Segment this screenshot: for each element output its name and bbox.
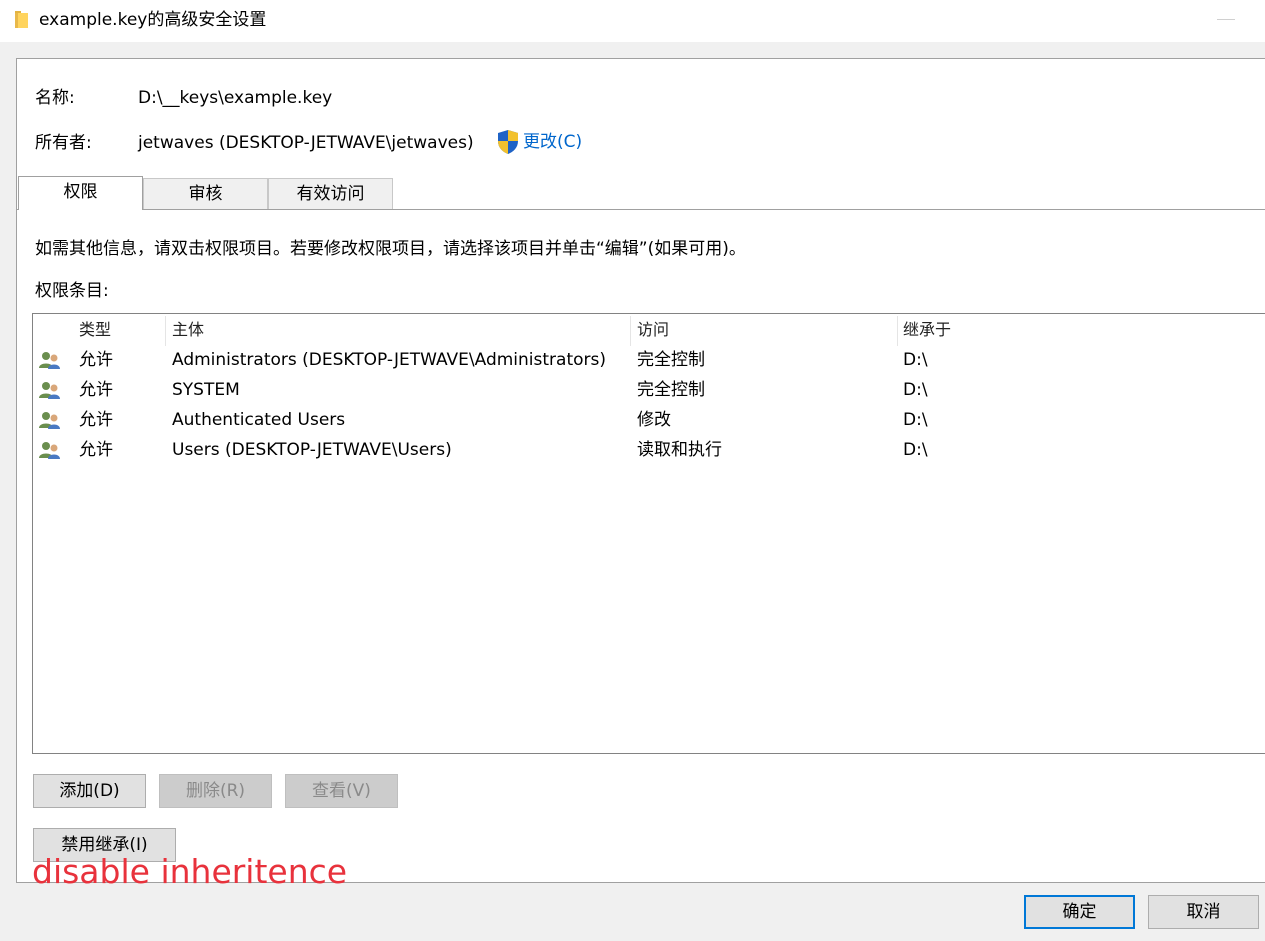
column-separator[interactable] [630,316,631,346]
annotation-text: disable inheritence [32,852,348,891]
entry-type: 允许 [79,440,113,460]
users-icon [39,412,60,429]
add-button[interactable]: 添加(D) [33,774,146,808]
entry-type: 允许 [79,410,113,430]
permission-entries-list[interactable]: 类型 主体 访问 继承于 允许 Administrators (DESKTOP-… [32,313,1265,754]
entry-inherited-from: D:\ [903,350,928,370]
table-row[interactable]: 允许 SYSTEM 完全控制 D:\ [33,375,1265,405]
name-label: 名称: [35,88,75,108]
permission-entries-label: 权限条目: [35,281,109,301]
change-owner-link[interactable]: 更改(C) [523,130,582,154]
entry-principal: SYSTEM [172,380,240,400]
column-header-access[interactable]: 访问 [637,318,669,342]
instructions-text: 如需其他信息，请双击权限项目。若要修改权限项目，请选择该项目并单击“编辑”(如果… [35,239,746,259]
remove-button[interactable]: 删除(R) [159,774,272,808]
entry-inherited-from: D:\ [903,410,928,430]
owner-label: 所有者: [35,133,92,153]
ok-button[interactable]: 确定 [1024,895,1135,929]
entry-type: 允许 [79,380,113,400]
view-button[interactable]: 查看(V) [285,774,398,808]
table-row[interactable]: 允许 Users (DESKTOP-JETWAVE\Users) 读取和执行 D… [33,435,1265,465]
tab-divider [16,209,1265,210]
users-icon [39,382,60,399]
entry-principal: Users (DESKTOP-JETWAVE\Users) [172,440,452,460]
cancel-button[interactable]: 取消 [1148,895,1259,929]
users-icon [39,352,60,369]
folder-icon [15,11,28,28]
window-title: example.key的高级安全设置 [39,10,267,30]
table-row[interactable]: 允许 Authenticated Users 修改 D:\ [33,405,1265,435]
entry-principal: Authenticated Users [172,410,346,430]
tab-permissions[interactable]: 权限 [18,176,143,210]
entry-access: 完全控制 [637,380,705,400]
entry-inherited-from: D:\ [903,440,928,460]
minimize-button[interactable] [1217,19,1235,20]
column-separator[interactable] [165,316,166,346]
owner-value: jetwaves (DESKTOP-JETWAVE\jetwaves) [138,133,474,153]
column-header-principal[interactable]: 主体 [172,318,204,342]
name-value: D:\__keys\example.key [138,88,333,108]
tab-auditing[interactable]: 审核 [143,178,268,210]
title-bar: example.key的高级安全设置 [0,0,1265,42]
column-separator[interactable] [897,316,898,346]
entry-principal: Administrators (DESKTOP-JETWAVE\Administ… [172,350,606,370]
entry-access: 读取和执行 [637,440,722,460]
entry-type: 允许 [79,350,113,370]
tab-effective-access[interactable]: 有效访问 [268,178,393,210]
table-row[interactable]: 允许 Administrators (DESKTOP-JETWAVE\Admin… [33,345,1265,375]
users-icon [39,442,60,459]
entry-inherited-from: D:\ [903,380,928,400]
column-header-inherited-from[interactable]: 继承于 [903,318,951,342]
entry-access: 完全控制 [637,350,705,370]
uac-shield-icon [498,130,518,154]
column-header-type[interactable]: 类型 [79,318,111,342]
entry-access: 修改 [637,410,671,430]
